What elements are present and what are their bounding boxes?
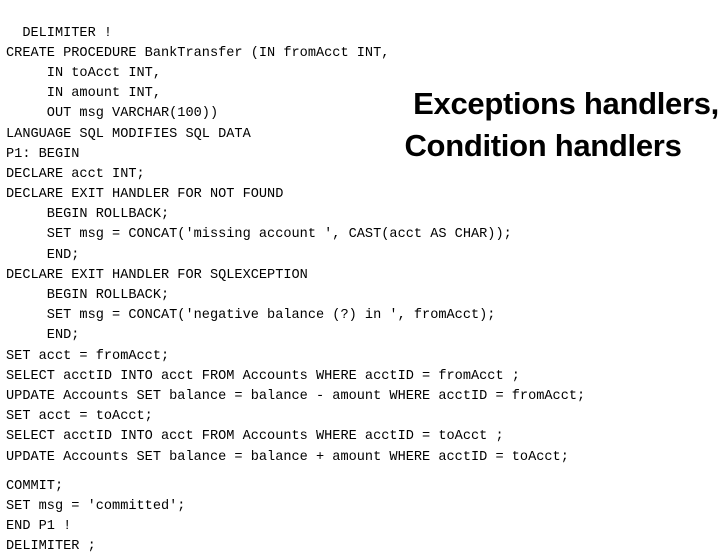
code-line: SET msg = 'committed'; <box>6 498 186 514</box>
code-line: END P1 ! <box>6 519 72 535</box>
code-line: SET msg = CONCAT('negative balance (?) i… <box>6 308 496 324</box>
slide-heading: Exceptions handlers, Condition handlers <box>378 83 720 167</box>
code-line: END; <box>6 247 80 263</box>
slide-heading-line-2: Condition handlers <box>404 128 682 163</box>
code-line: IN toAcct INT, <box>6 65 161 81</box>
code-line: SET msg = CONCAT('missing account ', CAS… <box>6 227 512 243</box>
code-line: BEGIN ROLLBACK; <box>6 207 170 223</box>
code-line: END; <box>6 328 80 344</box>
code-line: CREATE PROCEDURE BankTransfer (IN fromAc… <box>6 45 390 61</box>
code-line: DELIMITER ! <box>6 25 113 41</box>
code-line: BEGIN ROLLBACK; <box>6 288 170 304</box>
code-line: SET acct = fromAcct; <box>6 348 170 364</box>
code-line: DECLARE EXIT HANDLER FOR SQLEXCEPTION <box>6 267 308 283</box>
slide-canvas: DELIMITER ! CREATE PROCEDURE BankTransfer… <box>0 0 720 554</box>
code-line: DECLARE acct INT; <box>6 166 145 182</box>
code-line: SELECT acctID INTO acct FROM Accounts WH… <box>6 429 504 445</box>
code-line: DELIMITER ; <box>6 539 96 555</box>
slide-heading-line-1: Exceptions handlers, <box>413 86 719 121</box>
code-line: SELECT acctID INTO acct FROM Accounts WH… <box>6 368 520 384</box>
code-line-spacer <box>0 468 720 477</box>
code-line: UPDATE Accounts SET balance = balance - … <box>6 388 586 404</box>
code-line: UPDATE Accounts SET balance = balance + … <box>6 449 569 465</box>
code-line: SET acct = toAcct; <box>6 409 153 425</box>
code-line: DECLARE EXIT HANDLER FOR NOT FOUND <box>6 187 284 203</box>
code-line: COMMIT; <box>6 478 64 494</box>
